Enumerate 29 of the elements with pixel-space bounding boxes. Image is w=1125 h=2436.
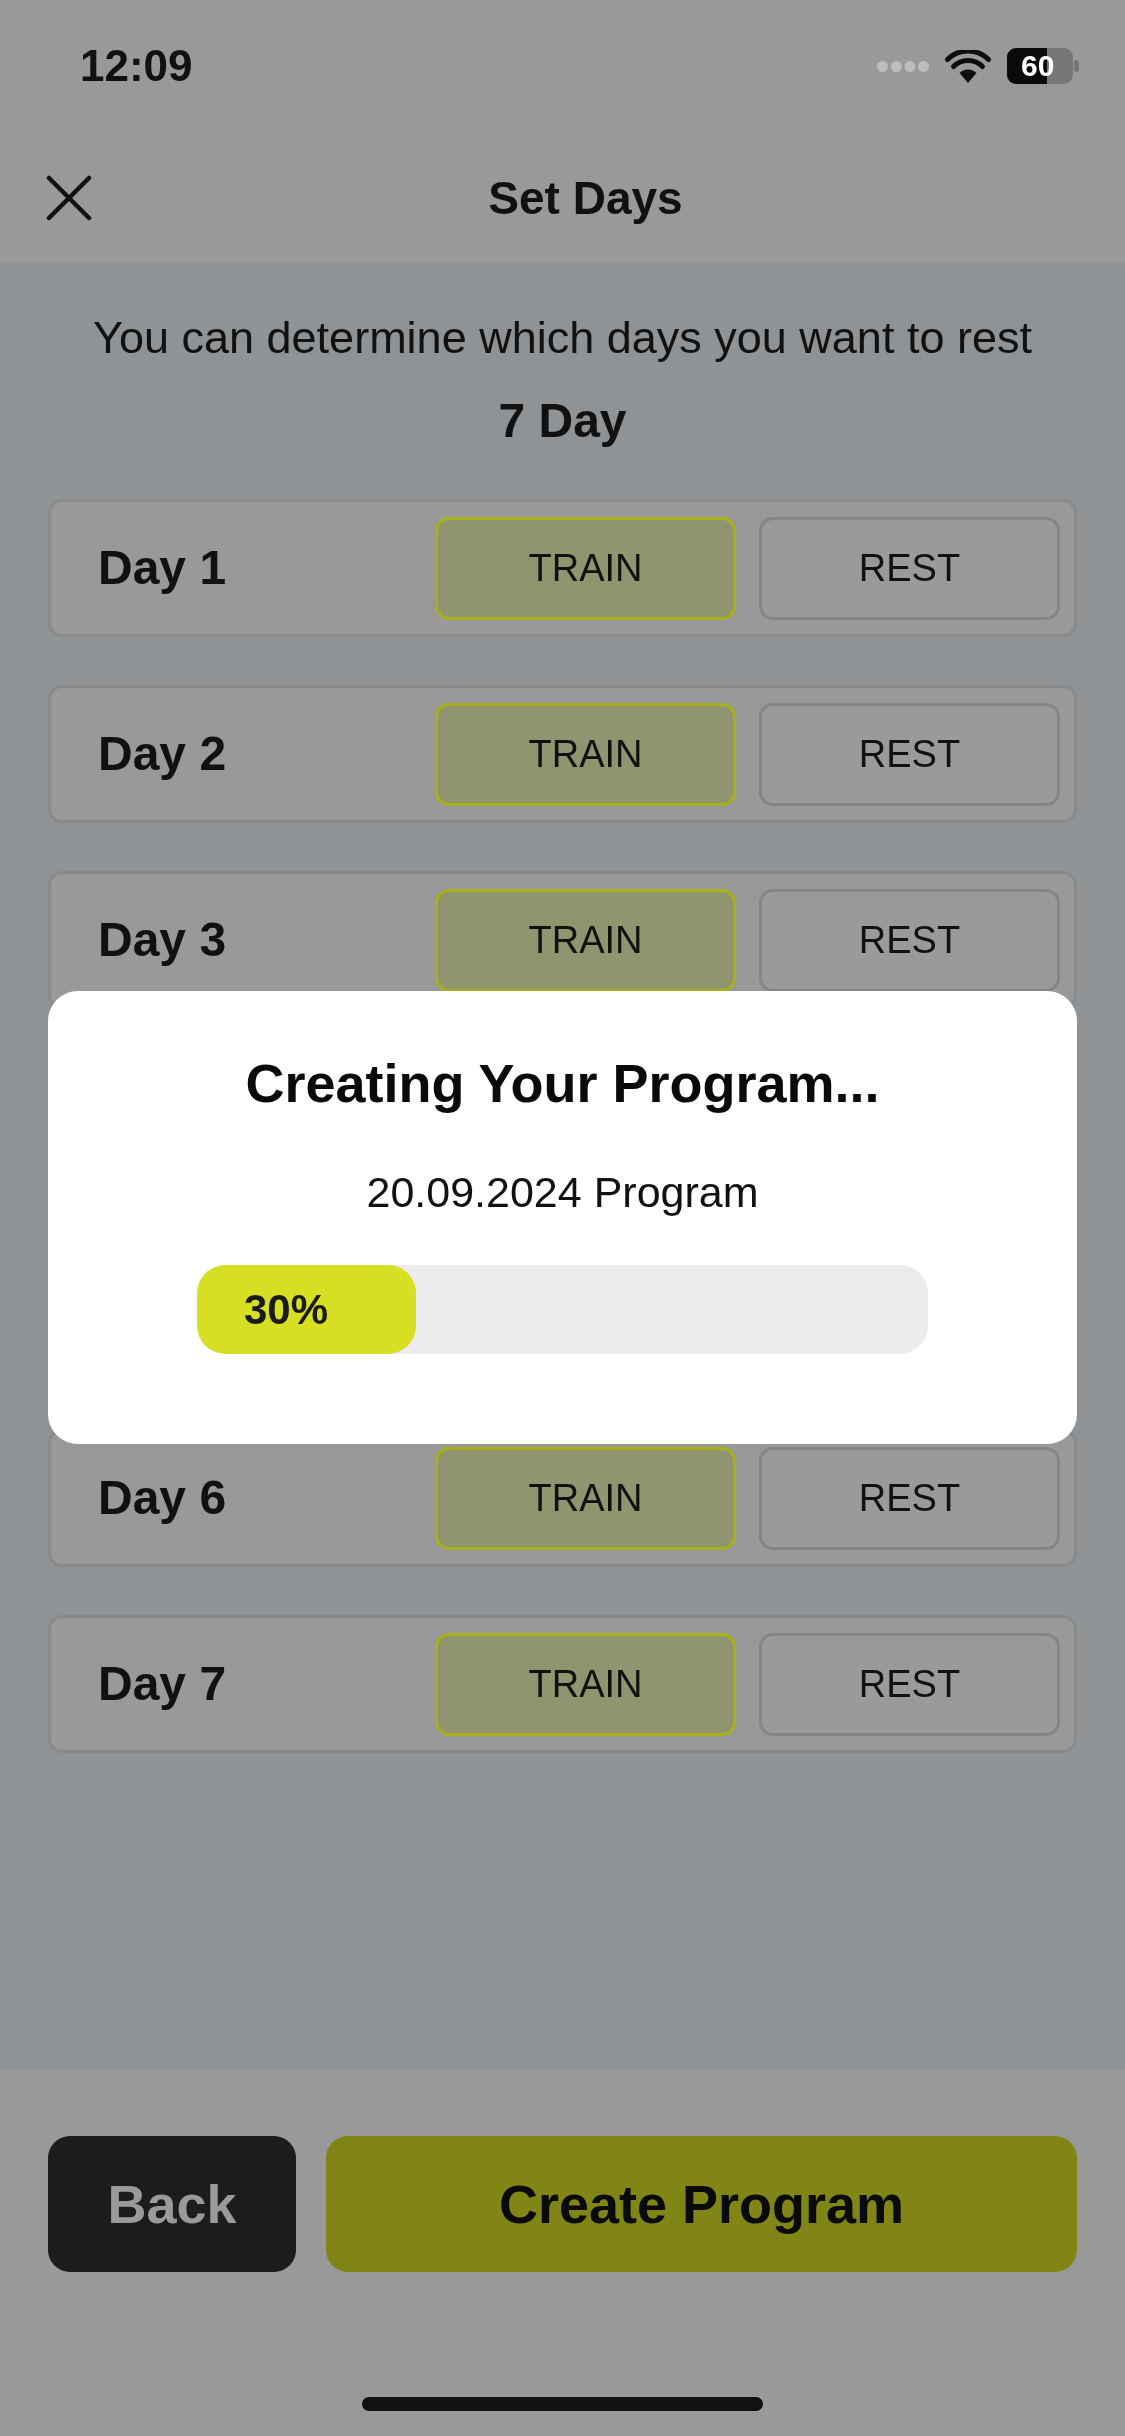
close-button[interactable] [46, 174, 92, 221]
day-option-button[interactable]: TRAIN [435, 1446, 736, 1550]
day-label: Day 6 [98, 1474, 227, 1522]
back-button[interactable]: Back [48, 2136, 296, 2272]
day-count-text: 7 Day [497, 393, 628, 449]
day-label: Day 7 [98, 1660, 227, 1708]
dialog-title: Creating Your Program... [245, 1052, 880, 1115]
day-option-button[interactable]: TRAIN [435, 516, 736, 620]
day-option-button[interactable]: REST [759, 702, 1060, 806]
battery-icon [1007, 48, 1079, 84]
day-option-button[interactable]: REST [759, 1632, 1060, 1736]
signal-icon [877, 60, 929, 72]
dialog-subtitle: 20.09.2024 Program [366, 1167, 759, 1218]
day-label: Day 3 [98, 916, 227, 964]
day-label: Day 2 [98, 730, 227, 778]
close-icon [46, 174, 92, 221]
day-option-button[interactable]: TRAIN [435, 702, 736, 806]
day-option-button[interactable]: TRAIN [435, 1632, 736, 1736]
day-option-button[interactable]: REST [759, 1446, 1060, 1550]
wifi-icon [945, 49, 991, 83]
create-program-button[interactable]: Create Program [326, 2136, 1077, 2272]
battery-level-text: 60 [1021, 51, 1055, 81]
day-label: Day 1 [98, 544, 227, 592]
status-time: 12:09 [80, 44, 193, 88]
day-option-button[interactable]: REST [759, 516, 1060, 620]
intro-text: You can determine which days you want to rest [92, 311, 1033, 365]
day-option-button[interactable]: TRAIN [435, 888, 736, 992]
progress-percent: 30% [244, 1288, 329, 1331]
day-option-button[interactable]: REST [759, 888, 1060, 992]
